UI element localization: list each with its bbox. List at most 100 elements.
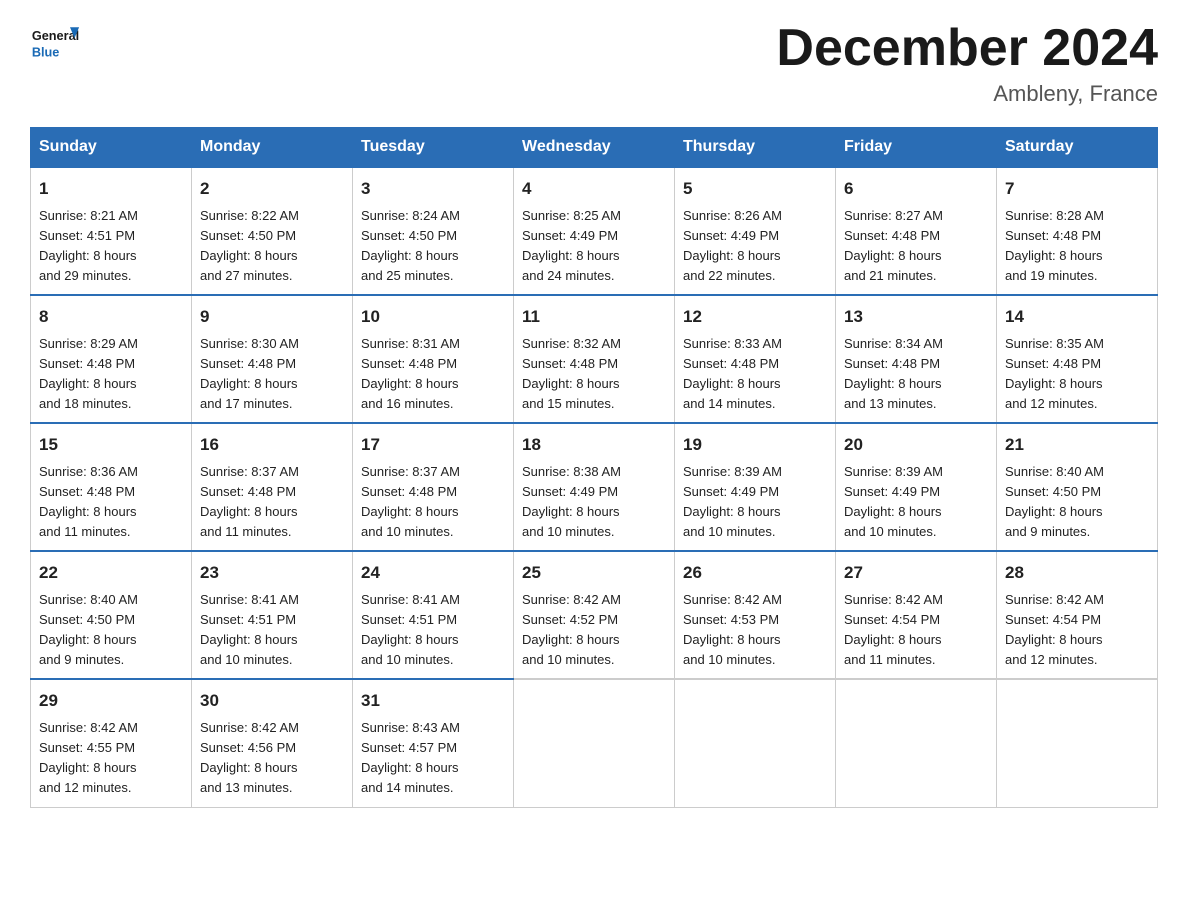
day-number: 26: [683, 560, 827, 586]
table-row: 18 Sunrise: 8:38 AMSunset: 4:49 PMDaylig…: [514, 423, 675, 551]
calendar-week-row: 8 Sunrise: 8:29 AMSunset: 4:48 PMDayligh…: [31, 295, 1158, 423]
day-number: 9: [200, 304, 344, 330]
table-row: 8 Sunrise: 8:29 AMSunset: 4:48 PMDayligh…: [31, 295, 192, 423]
day-info: Sunrise: 8:28 AMSunset: 4:48 PMDaylight:…: [1005, 208, 1104, 283]
day-number: 28: [1005, 560, 1149, 586]
day-info: Sunrise: 8:36 AMSunset: 4:48 PMDaylight:…: [39, 464, 138, 539]
day-number: 11: [522, 304, 666, 330]
table-row: [836, 679, 997, 807]
day-info: Sunrise: 8:42 AMSunset: 4:55 PMDaylight:…: [39, 720, 138, 795]
day-number: 18: [522, 432, 666, 458]
day-info: Sunrise: 8:29 AMSunset: 4:48 PMDaylight:…: [39, 336, 138, 411]
day-info: Sunrise: 8:43 AMSunset: 4:57 PMDaylight:…: [361, 720, 460, 795]
col-sunday: Sunday: [31, 128, 192, 168]
day-info: Sunrise: 8:32 AMSunset: 4:48 PMDaylight:…: [522, 336, 621, 411]
location: Ambleny, France: [776, 81, 1158, 107]
day-info: Sunrise: 8:39 AMSunset: 4:49 PMDaylight:…: [844, 464, 943, 539]
calendar-week-row: 29 Sunrise: 8:42 AMSunset: 4:55 PMDaylig…: [31, 679, 1158, 807]
day-info: Sunrise: 8:35 AMSunset: 4:48 PMDaylight:…: [1005, 336, 1104, 411]
table-row: 27 Sunrise: 8:42 AMSunset: 4:54 PMDaylig…: [836, 551, 997, 679]
table-row: 1 Sunrise: 8:21 AMSunset: 4:51 PMDayligh…: [31, 167, 192, 295]
table-row: 24 Sunrise: 8:41 AMSunset: 4:51 PMDaylig…: [353, 551, 514, 679]
day-number: 8: [39, 304, 183, 330]
day-number: 3: [361, 176, 505, 202]
day-info: Sunrise: 8:25 AMSunset: 4:49 PMDaylight:…: [522, 208, 621, 283]
day-info: Sunrise: 8:34 AMSunset: 4:48 PMDaylight:…: [844, 336, 943, 411]
day-info: Sunrise: 8:33 AMSunset: 4:48 PMDaylight:…: [683, 336, 782, 411]
day-info: Sunrise: 8:37 AMSunset: 4:48 PMDaylight:…: [200, 464, 299, 539]
table-row: 3 Sunrise: 8:24 AMSunset: 4:50 PMDayligh…: [353, 167, 514, 295]
table-row: 28 Sunrise: 8:42 AMSunset: 4:54 PMDaylig…: [997, 551, 1158, 679]
table-row: 21 Sunrise: 8:40 AMSunset: 4:50 PMDaylig…: [997, 423, 1158, 551]
table-row: 29 Sunrise: 8:42 AMSunset: 4:55 PMDaylig…: [31, 679, 192, 807]
col-friday: Friday: [836, 128, 997, 168]
day-number: 27: [844, 560, 988, 586]
table-row: 31 Sunrise: 8:43 AMSunset: 4:57 PMDaylig…: [353, 679, 514, 807]
logo: General Blue: [30, 20, 80, 70]
table-row: 15 Sunrise: 8:36 AMSunset: 4:48 PMDaylig…: [31, 423, 192, 551]
calendar-week-row: 1 Sunrise: 8:21 AMSunset: 4:51 PMDayligh…: [31, 167, 1158, 295]
col-saturday: Saturday: [997, 128, 1158, 168]
day-number: 5: [683, 176, 827, 202]
day-number: 17: [361, 432, 505, 458]
table-row: 13 Sunrise: 8:34 AMSunset: 4:48 PMDaylig…: [836, 295, 997, 423]
day-info: Sunrise: 8:40 AMSunset: 4:50 PMDaylight:…: [1005, 464, 1104, 539]
col-thursday: Thursday: [675, 128, 836, 168]
month-title: December 2024: [776, 20, 1158, 77]
table-row: 19 Sunrise: 8:39 AMSunset: 4:49 PMDaylig…: [675, 423, 836, 551]
day-number: 31: [361, 688, 505, 714]
col-tuesday: Tuesday: [353, 128, 514, 168]
table-row: [514, 679, 675, 807]
day-number: 2: [200, 176, 344, 202]
day-info: Sunrise: 8:41 AMSunset: 4:51 PMDaylight:…: [361, 592, 460, 667]
table-row: 10 Sunrise: 8:31 AMSunset: 4:48 PMDaylig…: [353, 295, 514, 423]
day-info: Sunrise: 8:42 AMSunset: 4:54 PMDaylight:…: [844, 592, 943, 667]
page-header: General Blue December 2024 Ambleny, Fran…: [30, 20, 1158, 107]
day-info: Sunrise: 8:24 AMSunset: 4:50 PMDaylight:…: [361, 208, 460, 283]
table-row: 2 Sunrise: 8:22 AMSunset: 4:50 PMDayligh…: [192, 167, 353, 295]
day-info: Sunrise: 8:30 AMSunset: 4:48 PMDaylight:…: [200, 336, 299, 411]
day-number: 14: [1005, 304, 1149, 330]
calendar-week-row: 22 Sunrise: 8:40 AMSunset: 4:50 PMDaylig…: [31, 551, 1158, 679]
day-number: 6: [844, 176, 988, 202]
table-row: 16 Sunrise: 8:37 AMSunset: 4:48 PMDaylig…: [192, 423, 353, 551]
day-number: 13: [844, 304, 988, 330]
day-info: Sunrise: 8:42 AMSunset: 4:54 PMDaylight:…: [1005, 592, 1104, 667]
table-row: 25 Sunrise: 8:42 AMSunset: 4:52 PMDaylig…: [514, 551, 675, 679]
day-number: 20: [844, 432, 988, 458]
day-info: Sunrise: 8:21 AMSunset: 4:51 PMDaylight:…: [39, 208, 138, 283]
table-row: 30 Sunrise: 8:42 AMSunset: 4:56 PMDaylig…: [192, 679, 353, 807]
day-info: Sunrise: 8:27 AMSunset: 4:48 PMDaylight:…: [844, 208, 943, 283]
calendar-week-row: 15 Sunrise: 8:36 AMSunset: 4:48 PMDaylig…: [31, 423, 1158, 551]
day-number: 23: [200, 560, 344, 586]
table-row: 6 Sunrise: 8:27 AMSunset: 4:48 PMDayligh…: [836, 167, 997, 295]
day-number: 19: [683, 432, 827, 458]
day-info: Sunrise: 8:42 AMSunset: 4:52 PMDaylight:…: [522, 592, 621, 667]
col-monday: Monday: [192, 128, 353, 168]
calendar-table: Sunday Monday Tuesday Wednesday Thursday…: [30, 127, 1158, 807]
day-number: 24: [361, 560, 505, 586]
day-info: Sunrise: 8:39 AMSunset: 4:49 PMDaylight:…: [683, 464, 782, 539]
table-row: 17 Sunrise: 8:37 AMSunset: 4:48 PMDaylig…: [353, 423, 514, 551]
day-info: Sunrise: 8:42 AMSunset: 4:53 PMDaylight:…: [683, 592, 782, 667]
day-info: Sunrise: 8:41 AMSunset: 4:51 PMDaylight:…: [200, 592, 299, 667]
day-info: Sunrise: 8:40 AMSunset: 4:50 PMDaylight:…: [39, 592, 138, 667]
day-info: Sunrise: 8:37 AMSunset: 4:48 PMDaylight:…: [361, 464, 460, 539]
day-number: 15: [39, 432, 183, 458]
table-row: 4 Sunrise: 8:25 AMSunset: 4:49 PMDayligh…: [514, 167, 675, 295]
day-info: Sunrise: 8:42 AMSunset: 4:56 PMDaylight:…: [200, 720, 299, 795]
day-number: 22: [39, 560, 183, 586]
svg-text:Blue: Blue: [32, 44, 60, 59]
table-row: 5 Sunrise: 8:26 AMSunset: 4:49 PMDayligh…: [675, 167, 836, 295]
col-wednesday: Wednesday: [514, 128, 675, 168]
day-number: 21: [1005, 432, 1149, 458]
table-row: 22 Sunrise: 8:40 AMSunset: 4:50 PMDaylig…: [31, 551, 192, 679]
day-number: 1: [39, 176, 183, 202]
table-row: [997, 679, 1158, 807]
day-number: 10: [361, 304, 505, 330]
day-info: Sunrise: 8:22 AMSunset: 4:50 PMDaylight:…: [200, 208, 299, 283]
title-area: December 2024 Ambleny, France: [776, 20, 1158, 107]
day-number: 12: [683, 304, 827, 330]
table-row: 9 Sunrise: 8:30 AMSunset: 4:48 PMDayligh…: [192, 295, 353, 423]
day-number: 7: [1005, 176, 1149, 202]
